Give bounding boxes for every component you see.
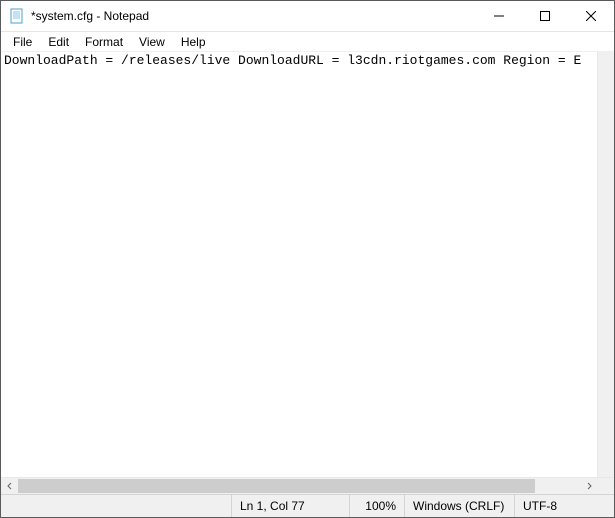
statusbar: Ln 1, Col 77 100% Windows (CRLF) UTF-8 (1, 494, 614, 517)
titlebar: *system.cfg - Notepad (1, 1, 614, 32)
menu-help[interactable]: Help (173, 34, 214, 50)
menu-view[interactable]: View (131, 34, 173, 50)
scroll-track[interactable] (18, 478, 580, 494)
menu-file[interactable]: File (5, 34, 40, 50)
menu-format[interactable]: Format (77, 34, 131, 50)
status-position: Ln 1, Col 77 (231, 495, 349, 517)
vertical-scrollbar[interactable] (597, 52, 614, 477)
scroll-thumb[interactable] (18, 479, 535, 493)
text-editor[interactable]: DownloadPath = /releases/live DownloadUR… (1, 52, 597, 477)
menu-edit[interactable]: Edit (40, 34, 77, 50)
scrollbar-corner (597, 478, 614, 494)
status-eol: Windows (CRLF) (404, 495, 514, 517)
status-zoom: 100% (349, 495, 404, 517)
window-title: *system.cfg - Notepad (31, 9, 476, 23)
scroll-left-button[interactable] (1, 478, 18, 494)
maximize-button[interactable] (522, 1, 568, 31)
window-controls (476, 1, 614, 31)
scroll-right-button[interactable] (580, 478, 597, 494)
status-encoding: UTF-8 (514, 495, 614, 517)
notepad-icon (9, 8, 25, 24)
status-spacer (1, 495, 231, 517)
minimize-button[interactable] (476, 1, 522, 31)
horizontal-scrollbar[interactable] (1, 477, 614, 494)
editor-area: DownloadPath = /releases/live DownloadUR… (1, 52, 614, 477)
close-button[interactable] (568, 1, 614, 31)
menubar: File Edit Format View Help (1, 32, 614, 52)
